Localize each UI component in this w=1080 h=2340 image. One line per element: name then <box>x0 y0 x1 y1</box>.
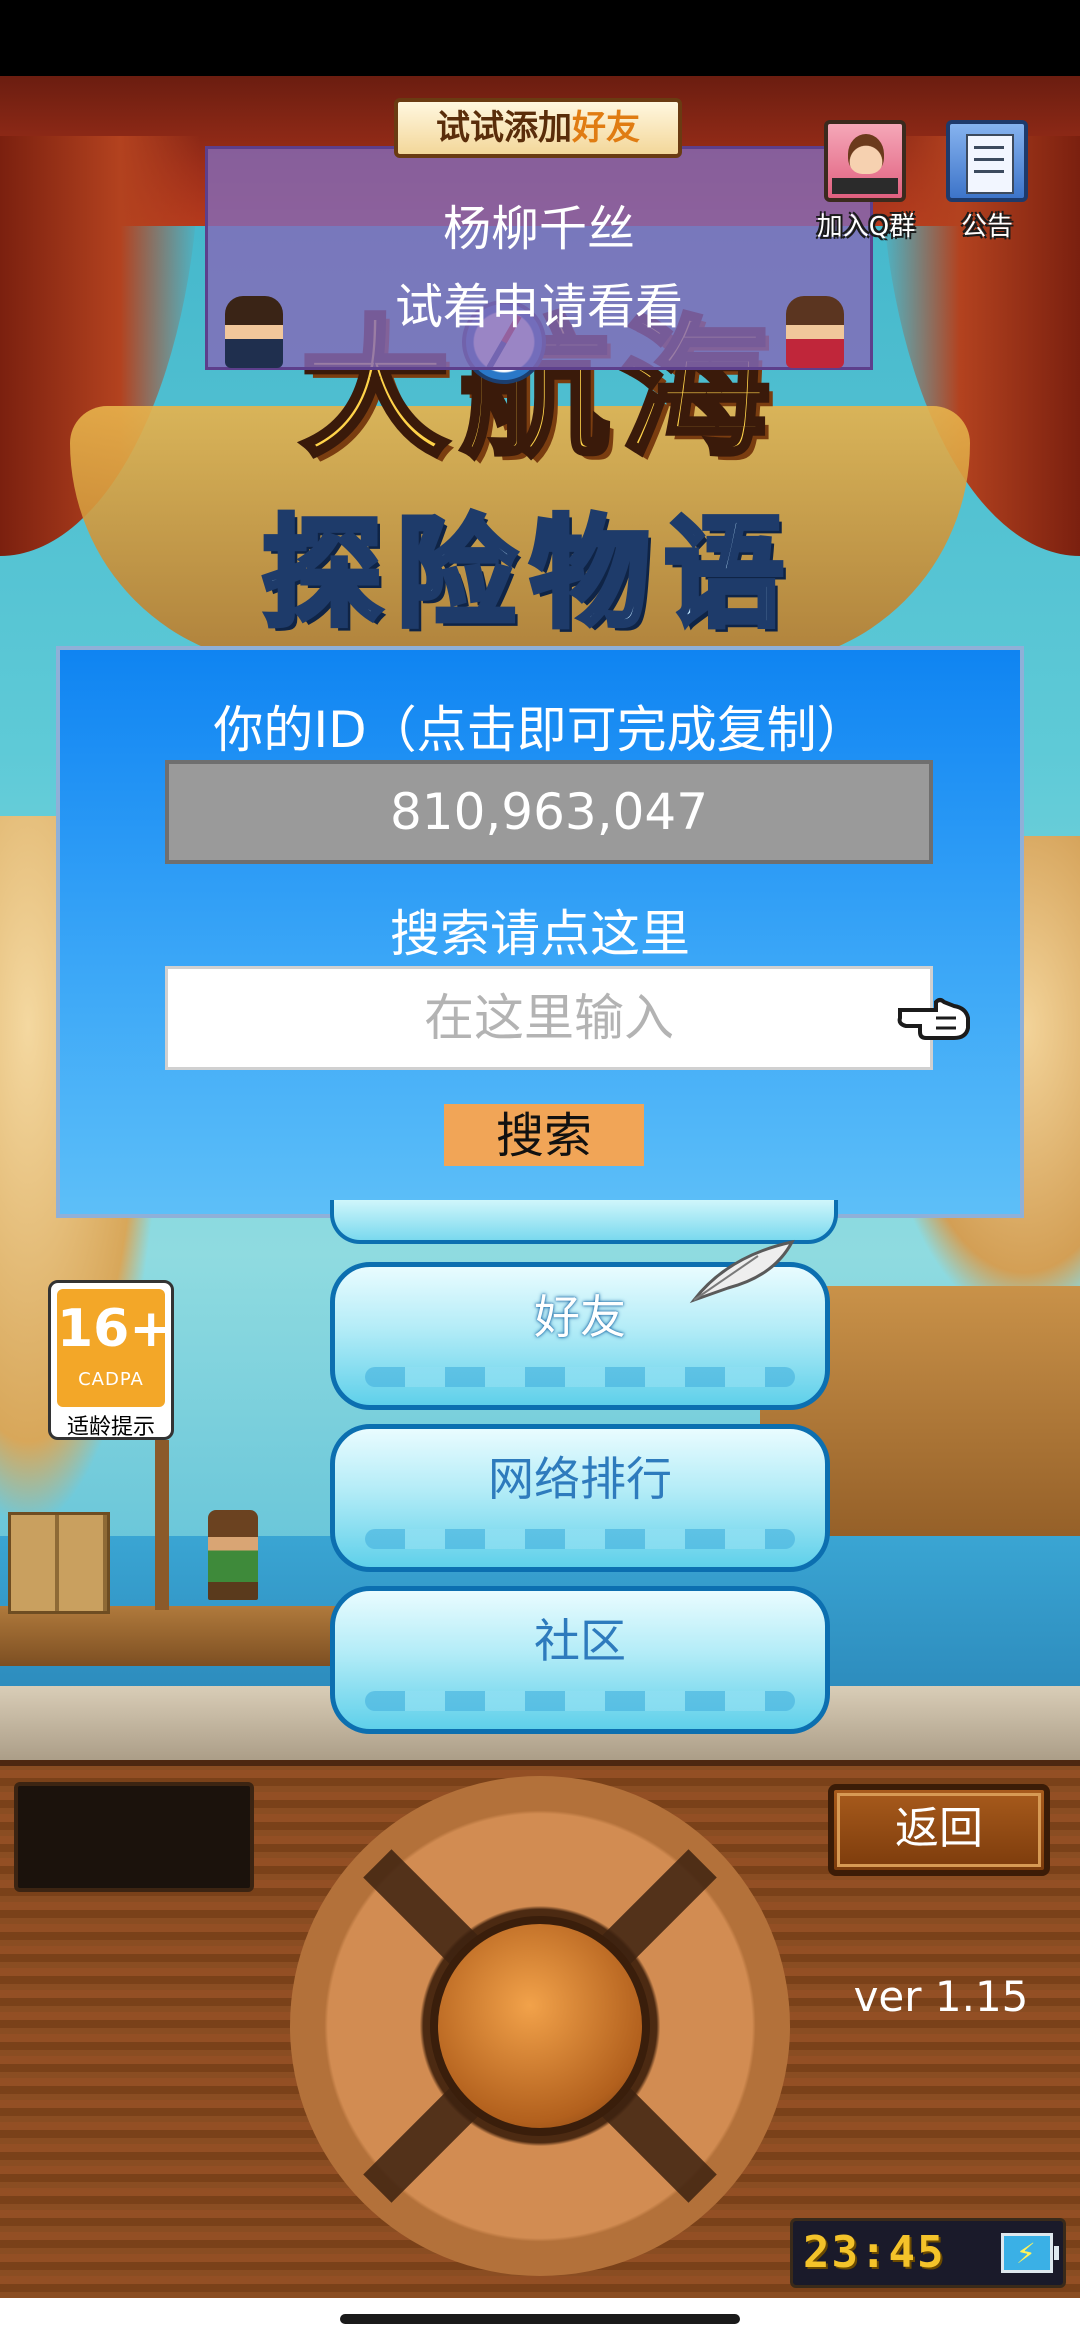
join-qq-group-button[interactable]: 加入Q群 <box>814 120 918 244</box>
age-rating-number: 16+ <box>57 1299 173 1359</box>
game-logo-subtitle: 探险物语 <box>260 503 798 647</box>
hand-pointer-icon <box>897 998 970 1040</box>
your-id-heading: 你的ID（点击即可完成复制） <box>213 701 867 759</box>
dpad-center-button[interactable] <box>430 1916 650 2136</box>
qq-group-icon <box>824 120 906 202</box>
age-rating-org: CADPA <box>78 1369 144 1390</box>
home-indicator[interactable] <box>340 2314 740 2324</box>
game-screen: 大航海 探险物语 杨柳千丝 试着申请看看 试试添加好友 加入Q群 公告 你的ID… <box>0 0 1080 2340</box>
dpad-control[interactable] <box>290 1776 790 2276</box>
qq-group-icon-desk <box>832 178 898 194</box>
battery-charging-icon: ⚡ <box>1001 2233 1059 2273</box>
system-nav-bar <box>0 2298 1080 2340</box>
notice-label: 公告 <box>960 212 1013 242</box>
game-clock: 23:45 ⚡ <box>790 2218 1066 2288</box>
age-rating-panel: 16+ CADPA <box>57 1289 173 1407</box>
friend-suggestion-title-highlight: 好友 <box>572 108 640 148</box>
back-button[interactable]: 返回 <box>828 1784 1050 1876</box>
friend-suggestion-title-prefix: 试试添加 <box>436 108 572 148</box>
lightning-bolt-icon: ⚡ <box>1016 2237 1036 2270</box>
suggestion-message: 试着申请看看 <box>394 279 683 335</box>
console-screen-slot <box>14 1782 254 1892</box>
wave-decoration <box>365 1529 795 1549</box>
qq-group-icon-face <box>848 134 884 174</box>
notice-button[interactable]: 公告 <box>944 120 1030 244</box>
friend-avatar-right <box>786 296 844 368</box>
community-label: 社区 <box>534 1614 626 1668</box>
mast-post <box>155 1440 169 1610</box>
friend-id-dialog: 你的ID（点击即可完成复制） 810,963,047 搜索请点这里 搜索 <box>56 646 1024 1218</box>
worker-character <box>208 1510 258 1600</box>
notice-icon <box>946 120 1028 202</box>
friend-suggestion-title: 试试添加好友 <box>394 98 682 158</box>
notice-paper <box>966 134 1014 194</box>
search-button[interactable]: 搜索 <box>444 1104 644 1166</box>
version-label: ver 1.15 <box>853 1972 1029 2021</box>
player-avatar-left <box>225 296 283 368</box>
crates <box>8 1512 110 1614</box>
your-id-value[interactable]: 810,963,047 <box>165 760 933 864</box>
age-rating-note: 适龄提示 <box>66 1415 155 1440</box>
dock <box>0 1606 360 1666</box>
friends-label: 好友 <box>534 1290 626 1344</box>
age-rating-badge[interactable]: 16+ CADPA 适龄提示 <box>48 1280 174 1440</box>
quill-icon <box>689 1239 795 1304</box>
status-bar <box>0 0 1080 76</box>
notice-line <box>974 158 1004 161</box>
online-ranking-label: 网络排行 <box>488 1452 672 1506</box>
suggested-friend-name: 杨柳千丝 <box>442 201 635 257</box>
friend-search-input[interactable] <box>165 966 933 1070</box>
community-button[interactable]: 社区 <box>330 1586 830 1734</box>
wave-decoration <box>365 1691 795 1711</box>
friend-suggestion-panel[interactable]: 杨柳千丝 试着申请看看 <box>205 146 873 370</box>
clock-time: 23:45 <box>803 2227 946 2278</box>
wave-decoration <box>365 1367 795 1387</box>
join-qq-group-label: 加入Q群 <box>816 212 916 242</box>
online-ranking-button[interactable]: 网络排行 <box>330 1424 830 1572</box>
search-heading: 搜索请点这里 <box>390 905 690 963</box>
notice-line <box>974 146 1004 149</box>
notice-line <box>974 170 1004 173</box>
